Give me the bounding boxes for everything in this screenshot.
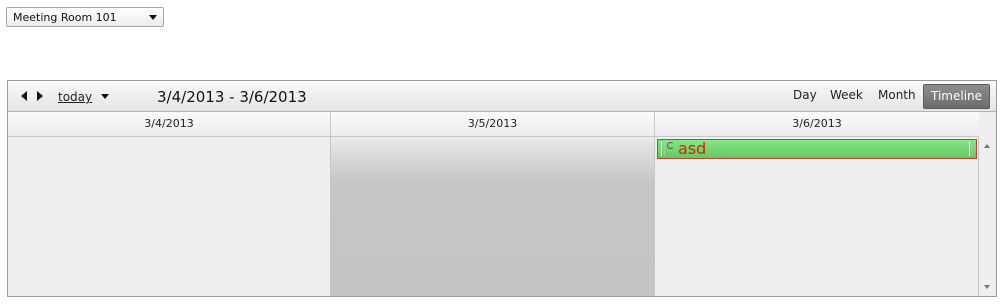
chevron-down-icon[interactable] (101, 94, 109, 99)
view-timeline-button[interactable]: Timeline (923, 84, 991, 109)
appointment[interactable]: asd (657, 139, 977, 159)
resource-select-value: Meeting Room 101 (13, 11, 117, 24)
resize-handle-left[interactable] (661, 142, 665, 156)
recurrence-icon (667, 142, 674, 149)
date-range-title: 3/4/2013 - 3/6/2013 (157, 88, 307, 106)
chevron-down-icon (149, 15, 157, 20)
scheduler-toolbar: today 3/4/2013 - 3/6/2013 Day Week Month… (8, 81, 996, 112)
day-header: 3/5/2013 (331, 112, 655, 136)
view-week-button[interactable]: Week (824, 84, 869, 107)
appointment-subject: asd (678, 139, 707, 158)
view-month-button[interactable]: Month (872, 84, 922, 107)
view-day-button[interactable]: Day (787, 84, 823, 107)
prev-arrow-icon[interactable] (21, 91, 27, 101)
day-header: 3/6/2013 (792, 117, 842, 130)
scroll-up-icon[interactable] (984, 144, 990, 148)
resize-handle-right[interactable] (969, 142, 973, 156)
today-link[interactable]: today (58, 90, 92, 104)
resource-select[interactable]: Meeting Room 101 (6, 7, 164, 27)
vertical-scrollbar[interactable] (979, 137, 996, 296)
day-column[interactable] (8, 137, 331, 296)
next-arrow-icon[interactable] (37, 91, 43, 101)
scroll-down-icon[interactable] (984, 285, 990, 289)
scheduler: today 3/4/2013 - 3/6/2013 Day Week Month… (7, 80, 997, 297)
day-header: 3/4/2013 (8, 112, 331, 136)
day-column[interactable] (331, 137, 655, 296)
day-headers: 3/4/2013 3/5/2013 3/6/2013 (8, 112, 979, 137)
day-column[interactable] (655, 137, 979, 296)
